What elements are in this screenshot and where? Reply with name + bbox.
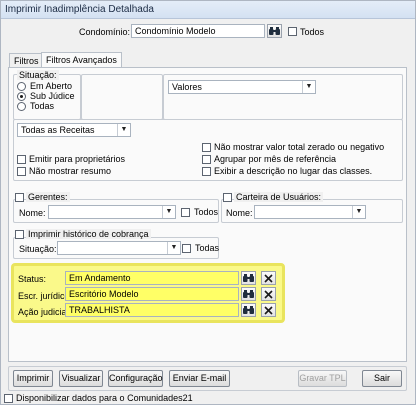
comunidades-label: Disponibilizar dados para o Comunidades2… (16, 393, 193, 403)
radio-sub-judice-label: Sub Júdice (30, 91, 75, 101)
binoculars-icon (243, 305, 254, 314)
binoculars-icon (243, 273, 254, 282)
valores-select-value: Valores (172, 82, 202, 92)
situacao-spacer-box (81, 74, 163, 120)
title-bar: Imprimir Inadimplência Detalhada (1, 1, 415, 19)
historico-situacao-label: Situação: (19, 244, 57, 254)
nao-valor-zerado-checkbox[interactable] (202, 143, 211, 152)
binoculars-icon (243, 289, 254, 298)
acao-judicial-search-button[interactable] (241, 303, 256, 317)
gerentes-todos-checkbox[interactable] (181, 208, 190, 217)
condominio-todos-label: Todos (300, 27, 325, 37)
escritorio-label: Escr. jurídico: (18, 291, 73, 301)
gerentes-legend: Gerentes: (26, 192, 70, 202)
condominio-field[interactable]: Condomínio Modelo (131, 24, 265, 38)
exibir-descricao-label: Exibir a descrição no lugar das classes. (214, 166, 373, 176)
acao-judicial-field[interactable]: TRABALHISTA (65, 303, 239, 317)
carteira-checkbox[interactable] (223, 193, 232, 202)
historico-checkbox[interactable] (15, 230, 24, 239)
nao-resumo-checkbox[interactable] (17, 167, 26, 176)
visualizar-button[interactable]: Visualizar (59, 370, 103, 387)
escritorio-field[interactable]: Escritório Modelo (65, 287, 239, 301)
chevron-down-icon: ▼ (117, 124, 130, 136)
historico-situacao-select[interactable]: ▼ (57, 241, 181, 255)
gravar-tpl-button[interactable]: Gravar TPL (298, 370, 347, 387)
condominio-search-button[interactable] (267, 24, 282, 38)
imprimir-button[interactable]: Imprimir (13, 370, 53, 387)
radio-sub-judice[interactable] (17, 92, 26, 101)
configuracao-button[interactable]: Configuração (108, 370, 163, 387)
receitas-select-value: Todas as Receitas (21, 125, 95, 135)
nao-valor-zerado-label: Não mostrar valor total zerado ou negati… (214, 142, 385, 152)
carteira-nome-select[interactable]: ▼ (254, 205, 366, 219)
escritorio-search-button[interactable] (241, 287, 256, 301)
radio-todas[interactable] (17, 102, 26, 111)
enviar-email-button[interactable]: Enviar E-mail (169, 370, 230, 387)
emitir-proprietarios-checkbox[interactable] (17, 155, 26, 164)
close-icon (264, 305, 273, 315)
tab-filtros-avancados[interactable]: Filtros Avançados (41, 52, 122, 68)
radio-em-aberto-label: Em Aberto (30, 81, 73, 91)
tab-filtros[interactable]: Filtros (9, 53, 44, 68)
receitas-select[interactable]: Todas as Receitas ▼ (17, 123, 131, 137)
exibir-descricao-checkbox[interactable] (202, 167, 211, 176)
close-icon (264, 289, 273, 299)
valores-select[interactable]: Valores ▼ (168, 80, 316, 94)
radio-todas-label: Todas (30, 101, 55, 111)
carteira-nome-label: Nome: (226, 208, 253, 218)
agrupar-mes-checkbox[interactable] (202, 155, 211, 164)
agrupar-mes-label: Agrupar por mês de referência (214, 154, 337, 164)
gerentes-checkbox[interactable] (15, 193, 24, 202)
close-icon (264, 273, 273, 283)
status-clear-button[interactable] (261, 271, 276, 285)
status-field[interactable]: Em Andamento (65, 271, 239, 285)
condominio-todos-checkbox[interactable] (288, 27, 297, 36)
radio-em-aberto[interactable] (17, 82, 26, 91)
gerentes-nome-select[interactable]: ▼ (48, 205, 176, 219)
status-label: Status: (18, 274, 47, 284)
chevron-down-icon: ▼ (162, 206, 175, 218)
sair-button[interactable]: Sair (362, 370, 402, 387)
chevron-down-icon: ▼ (352, 206, 365, 218)
condominio-label: Condomínio: (79, 27, 131, 37)
emitir-proprietarios-label: Emitir para proprietários (29, 154, 126, 164)
nao-resumo-label: Não mostrar resumo (29, 166, 112, 176)
gerentes-todos-label: Todos (194, 207, 219, 217)
comunidades-checkbox[interactable] (4, 394, 13, 403)
situacao-legend: Situação: (17, 70, 59, 80)
tab-filtros-label: Filtros (14, 56, 39, 66)
chevron-down-icon: ▼ (167, 242, 180, 254)
acao-judicial-clear-button[interactable] (261, 303, 276, 317)
window-title: Imprimir Inadimplência Detalhada (5, 4, 154, 15)
chevron-down-icon: ▼ (302, 81, 315, 93)
historico-legend: Imprimir histórico de cobrança (26, 229, 151, 239)
escritorio-clear-button[interactable] (261, 287, 276, 301)
binoculars-icon (269, 26, 280, 35)
historico-todas-label: Todas (195, 243, 220, 253)
historico-todas-checkbox[interactable] (182, 244, 191, 253)
acao-judicial-label: Ação judicial: (18, 307, 72, 317)
report-window: Imprimir Inadimplência Detalhada Condomí… (0, 0, 416, 405)
status-search-button[interactable] (241, 271, 256, 285)
carteira-legend: Carteira de Usuários: (234, 192, 324, 202)
gerentes-nome-label: Nome: (19, 208, 46, 218)
tab-filtros-avancados-label: Filtros Avançados (46, 55, 117, 65)
